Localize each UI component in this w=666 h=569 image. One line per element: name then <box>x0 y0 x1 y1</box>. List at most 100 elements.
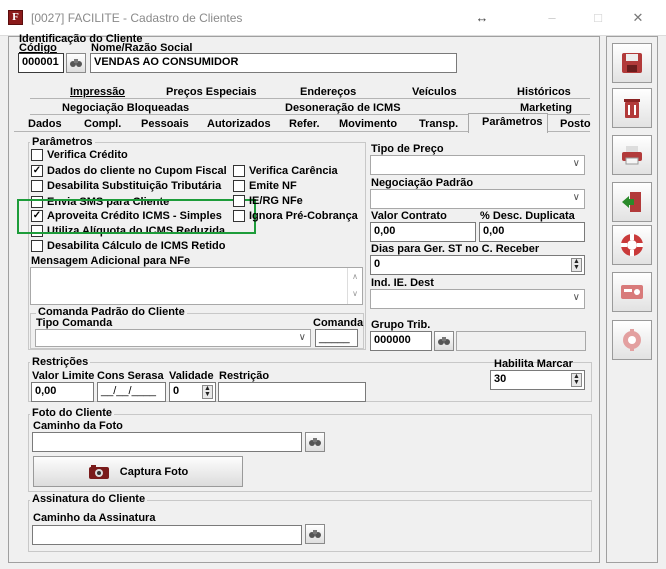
tab-impressao[interactable]: Impressão <box>70 85 125 99</box>
settings-icon <box>623 329 641 351</box>
negociacao-label: Negociação Padrão <box>371 177 474 189</box>
close-button[interactable]: ✕ <box>618 6 658 30</box>
tab-autorizados[interactable]: Autorizados <box>207 117 271 131</box>
checkbox-box[interactable] <box>233 210 245 222</box>
delete-button[interactable] <box>612 88 652 128</box>
maximize-button[interactable]: □ <box>578 6 618 30</box>
checkbox-dados-cupom-fiscal[interactable]: ✓ Dados do cliente no Cupom Fiscal <box>31 165 227 177</box>
tab-dados[interactable]: Dados <box>28 117 62 131</box>
chevron-down-icon: ∨ <box>298 332 306 343</box>
habilita-marcar-label: Habilita Marcar <box>494 358 573 370</box>
tab-enderecos[interactable]: Endereços <box>300 85 356 99</box>
binoculars-icon <box>70 59 82 67</box>
caminho-assinatura-input[interactable] <box>32 525 302 545</box>
negociacao-select[interactable]: ∨ <box>370 189 585 209</box>
help-button[interactable] <box>612 225 652 265</box>
browse-foto-button[interactable] <box>305 432 325 452</box>
comanda-label: Comanda <box>313 317 364 329</box>
caminho-foto-label: Caminho da Foto <box>33 420 123 432</box>
comanda-input[interactable]: _____ <box>315 329 358 347</box>
search-cliente-button[interactable] <box>66 53 86 73</box>
validade-input[interactable]: 0 ▲ ▼ <box>169 382 216 402</box>
grupo-trib-input[interactable]: 000000 <box>370 331 432 351</box>
spinner-icon[interactable]: ▲ ▼ <box>571 373 582 387</box>
dias-st-value: 0 <box>374 258 381 270</box>
grupo-trib-description <box>456 331 586 351</box>
valor-limite-input[interactable]: 0,00 <box>31 382 94 402</box>
checkbox-box[interactable] <box>233 165 245 177</box>
checkbox-desabilita-st[interactable]: Desabilita Substituição Tributária <box>31 180 221 192</box>
browse-assinatura-button[interactable] <box>305 524 325 544</box>
tab-posto[interactable]: Posto <box>560 117 591 131</box>
minimize-button[interactable]: – <box>532 6 572 30</box>
checkbox-verifica-carencia[interactable]: Verifica Carência <box>233 165 338 177</box>
registry-button[interactable] <box>612 272 652 312</box>
checkbox-verifica-credito[interactable]: Verifica Crédito <box>31 149 128 161</box>
checkbox-label: Emite NF <box>249 180 297 192</box>
save-button[interactable] <box>612 43 652 83</box>
tab-pessoais[interactable]: Pessoais <box>141 117 189 131</box>
cons-serasa-input[interactable]: __/__/____ <box>97 382 166 402</box>
highlight-box <box>17 199 256 234</box>
binoculars-icon <box>309 530 321 538</box>
help-icon <box>621 234 643 256</box>
habilita-marcar-input[interactable]: 30 ▲ ▼ <box>490 370 585 390</box>
tab-transp[interactable]: Transp. <box>419 117 458 131</box>
registry-icon <box>621 285 643 299</box>
foto-title: Foto do Cliente <box>30 407 115 419</box>
move-icon[interactable]: ↔ <box>462 6 502 30</box>
grupo-trib-label: Grupo Trib. <box>371 319 431 331</box>
checkbox-label: IE/RG NFe <box>249 195 303 207</box>
tab-veiculos[interactable]: Veículos <box>412 85 457 99</box>
exit-button[interactable] <box>612 182 652 222</box>
binoculars-icon <box>438 337 450 345</box>
tab-precos-especiais[interactable]: Preços Especiais <box>166 85 257 99</box>
checkbox-box[interactable] <box>233 195 245 207</box>
tab-desoneracao-icms[interactable]: Desoneração de ICMS <box>285 101 401 115</box>
assinatura-title: Assinatura do Cliente <box>30 493 148 505</box>
checkbox-box-checked[interactable]: ✓ <box>31 165 43 177</box>
captura-foto-button[interactable]: Captura Foto <box>33 456 243 487</box>
tipo-comanda-select[interactable]: ∨ <box>35 329 311 347</box>
tab-movimento[interactable]: Movimento <box>339 117 397 131</box>
spinner-icon[interactable]: ▲ ▼ <box>571 258 582 272</box>
desc-duplicata-input[interactable]: 0,00 <box>479 222 585 242</box>
mensagem-textarea[interactable] <box>30 267 363 305</box>
tab-negociacao-bloqueadas[interactable]: Negociação Bloqueadas <box>62 101 189 115</box>
tab-parametros[interactable]: Parâmetros <box>482 115 543 129</box>
checkbox-label: Desabilita Substituição Tributária <box>47 180 222 192</box>
dias-st-input[interactable]: 0 ▲ ▼ <box>370 255 585 275</box>
settings-button[interactable] <box>612 320 652 360</box>
valor-contrato-input[interactable]: 0,00 <box>370 222 476 242</box>
tipo-preco-select[interactable]: ∨ <box>370 155 585 175</box>
camera-icon <box>88 464 109 479</box>
tab-compl[interactable]: Compl. <box>84 117 121 131</box>
checkbox-box[interactable] <box>31 240 43 252</box>
tab-refer[interactable]: Refer. <box>289 117 320 131</box>
captura-foto-label: Captura Foto <box>119 465 189 478</box>
caminho-foto-input[interactable] <box>32 432 302 452</box>
search-grupo-trib-button[interactable] <box>434 331 454 351</box>
caminho-assinatura-label: Caminho da Assinatura <box>33 512 156 524</box>
nome-input[interactable]: VENDAS AO CONSUMIDOR <box>90 53 457 73</box>
restricoes-title: Restrições <box>30 356 91 368</box>
checkbox-emite-nf[interactable]: Emite NF <box>233 180 297 192</box>
checkbox-ie-rg-nfe[interactable]: IE/RG NFe <box>233 195 303 207</box>
checkbox-box[interactable] <box>31 180 43 192</box>
restricao-input[interactable] <box>218 382 366 402</box>
codigo-input[interactable]: 000001 <box>18 53 64 73</box>
checkbox-label: Verifica Crédito <box>47 149 128 161</box>
checkbox-label: Verifica Carência <box>249 165 338 177</box>
spinner-icon[interactable]: ▲ ▼ <box>202 385 213 399</box>
checkbox-ignora-pre-cobranca[interactable]: Ignora Pré-Cobrança <box>233 210 358 222</box>
exit-icon <box>622 192 641 212</box>
checkbox-box[interactable] <box>233 180 245 192</box>
tab-historicos[interactable]: Históricos <box>517 85 571 99</box>
print-button[interactable] <box>612 135 652 175</box>
ind-ie-select[interactable]: ∨ <box>370 289 585 309</box>
mensagem-label: Mensagem Adicional para NFe <box>31 255 191 267</box>
checkbox-box[interactable] <box>31 149 43 161</box>
checkbox-desabilita-icms-retido[interactable]: Desabilita Cálculo de ICMS Retido <box>31 240 225 252</box>
textarea-scrollbar[interactable]: ∧ ∨ <box>347 268 362 304</box>
checkbox-label: Dados do cliente no Cupom Fiscal <box>47 165 227 177</box>
